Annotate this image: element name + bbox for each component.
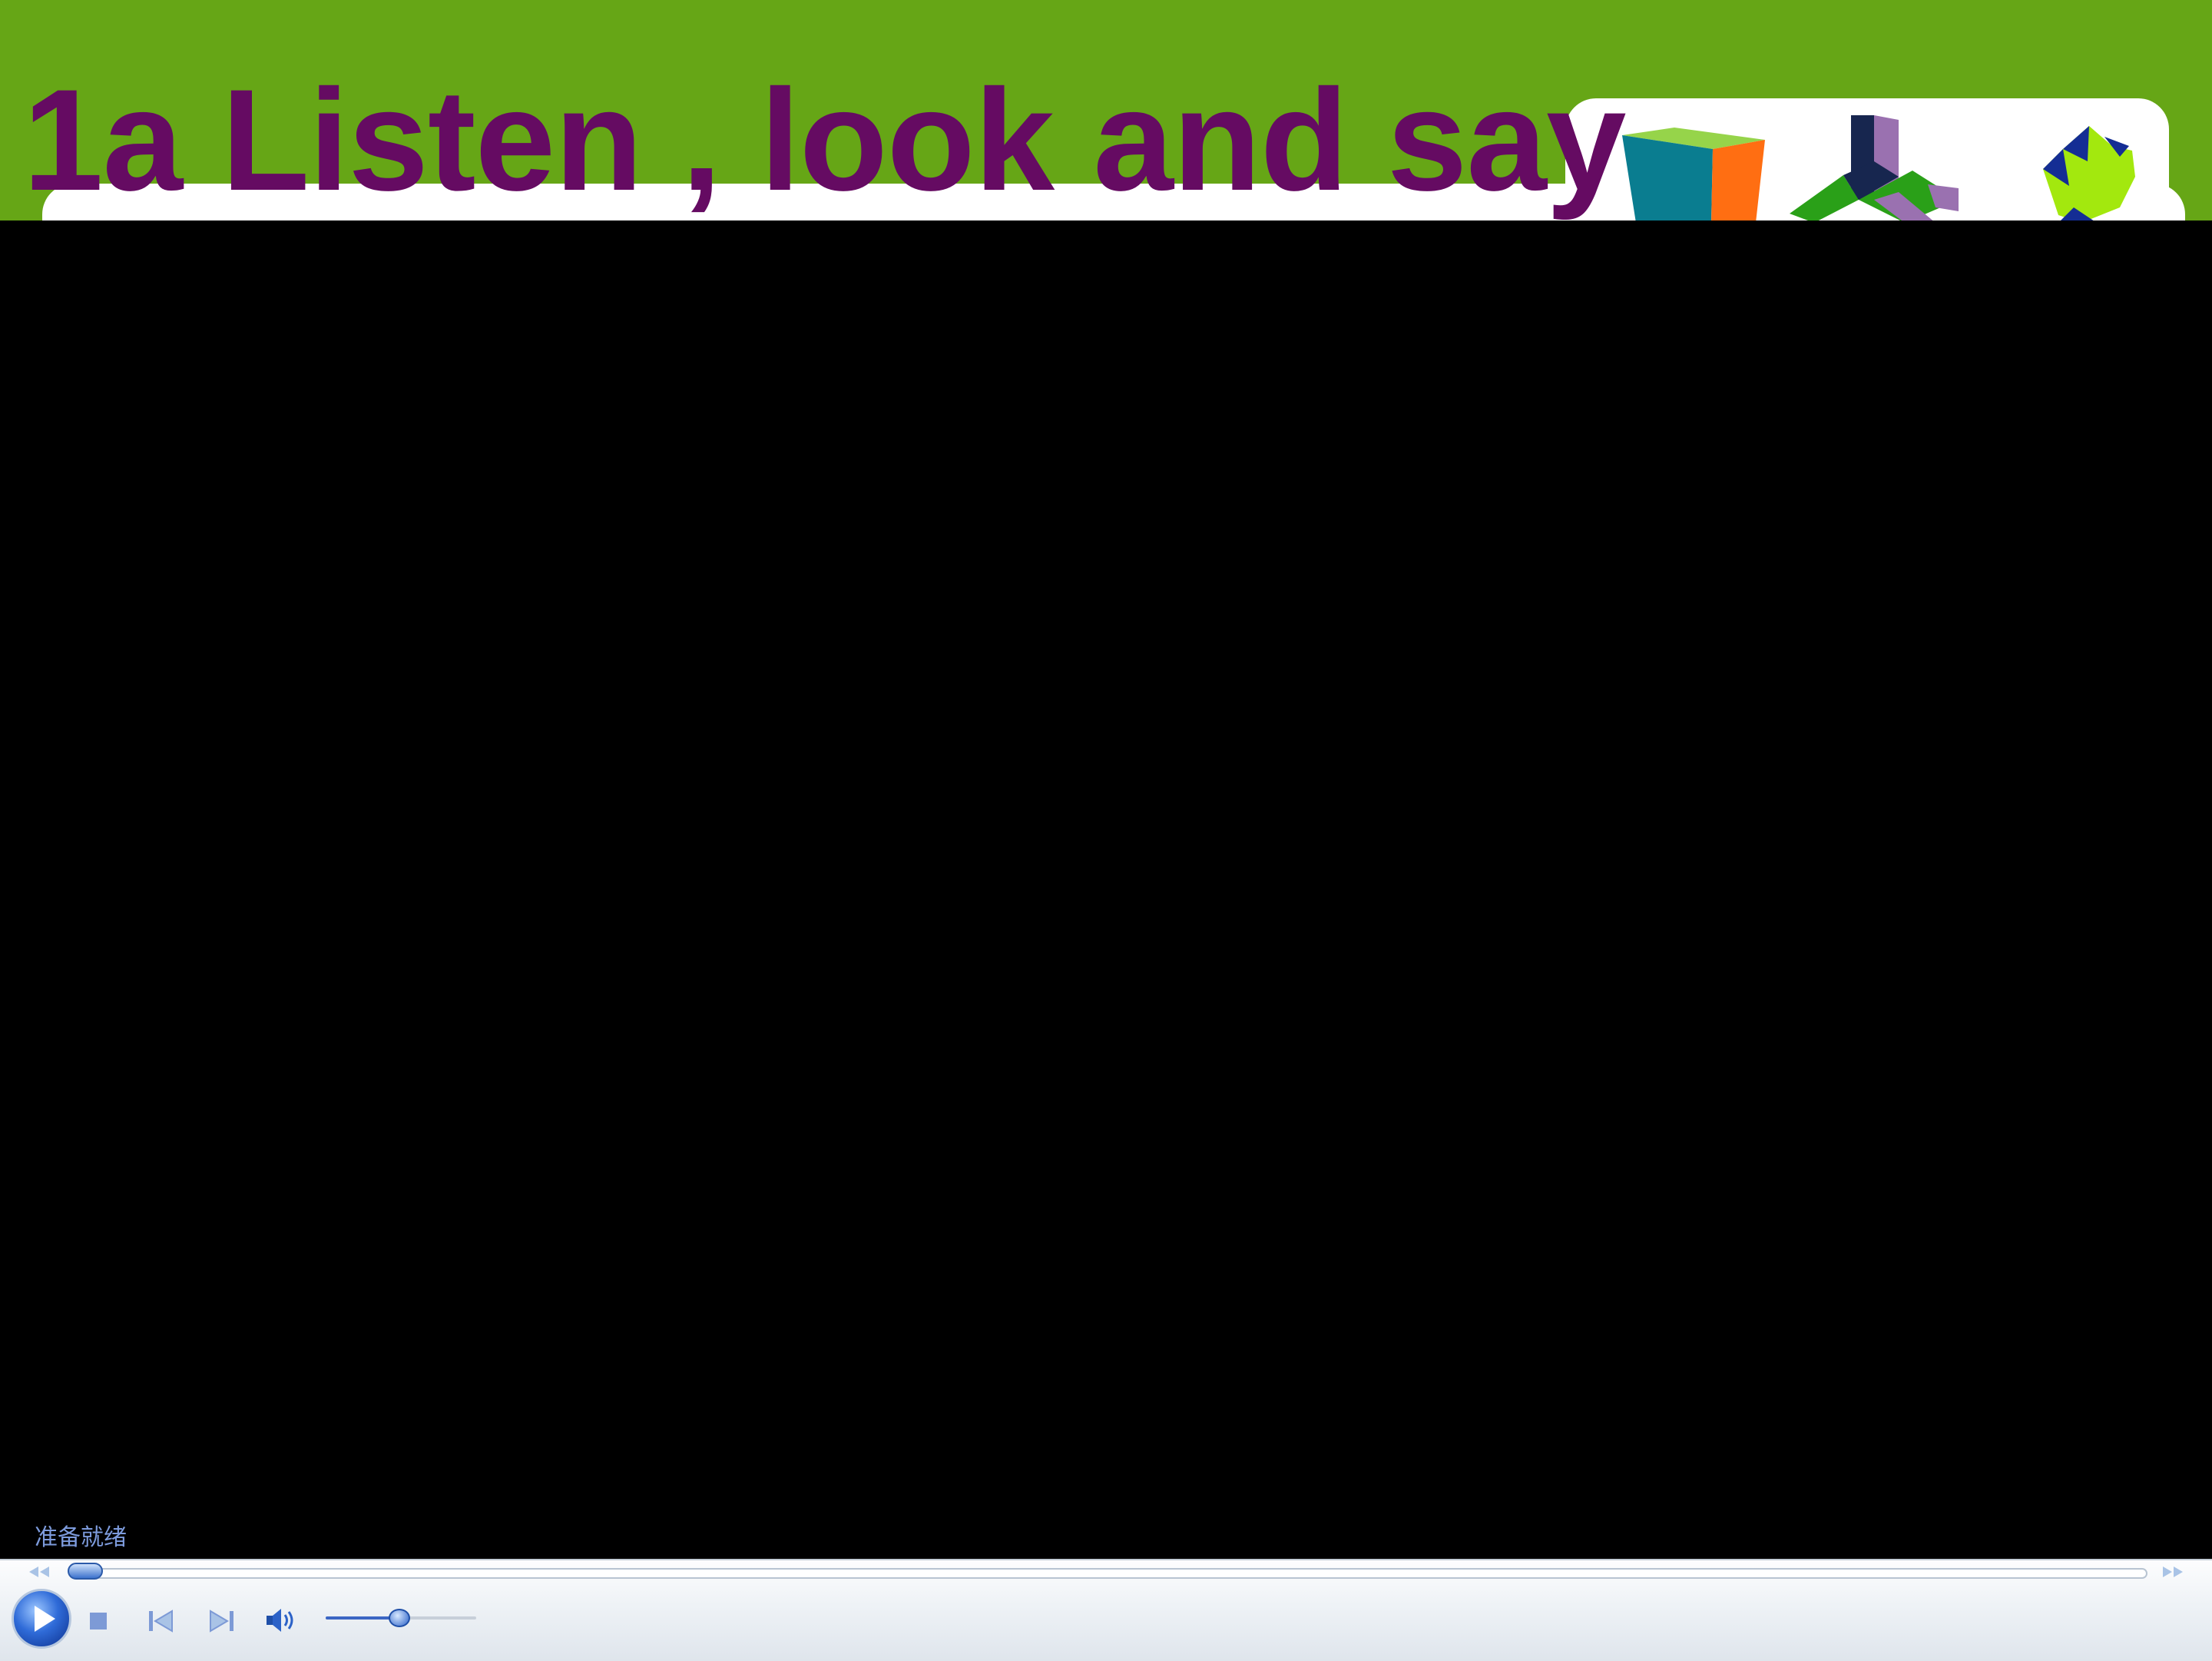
seek-bar-thumb[interactable] [68, 1563, 103, 1580]
next-button[interactable] [206, 1608, 237, 1638]
volume-slider-thumb[interactable] [389, 1609, 410, 1627]
play-icon [35, 1606, 55, 1632]
fast-forward-icon[interactable] [2160, 1563, 2186, 1580]
stop-icon [90, 1613, 107, 1630]
stop-button[interactable] [87, 1610, 110, 1636]
rewind-icon[interactable] [26, 1563, 52, 1580]
next-icon [210, 1610, 233, 1633]
mute-button[interactable] [264, 1605, 301, 1639]
play-button[interactable] [12, 1589, 71, 1649]
video-display[interactable] [0, 220, 2212, 1559]
previous-icon [149, 1610, 173, 1633]
slide-title: 1a Listen , look and say [23, 59, 1627, 220]
seek-bar[interactable] [69, 1568, 2147, 1579]
player-status-text: 准备就绪 [35, 1524, 127, 1551]
speaker-icon [267, 1609, 293, 1632]
slide-header: 1a Listen , look and say [0, 0, 2212, 220]
previous-button[interactable] [146, 1608, 177, 1638]
decorative-shapes-icon [1622, 115, 2135, 220]
